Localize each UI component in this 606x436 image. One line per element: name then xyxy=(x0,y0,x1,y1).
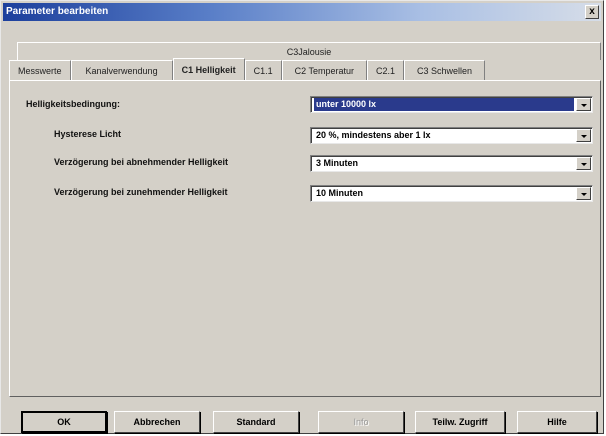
tab-c3-jalousie[interactable]: C3Jalousie xyxy=(17,42,601,60)
tab-c3-schwellen[interactable]: C3 Schwellen xyxy=(404,60,486,80)
tab-c2-1[interactable]: C2.1 xyxy=(367,60,405,80)
cancel-button[interactable]: Abbrechen xyxy=(114,411,200,433)
chevron-down-icon[interactable] xyxy=(576,98,591,111)
close-button[interactable]: x xyxy=(585,5,599,19)
parameter-dialog: Parameter bearbeiten x C3Jalousie Messwe… xyxy=(0,0,604,434)
partial-access-button[interactable]: Teilw. Zugriff xyxy=(415,411,505,433)
chevron-down-icon[interactable] xyxy=(576,187,591,200)
delay-decreasing-select[interactable]: 3 Minuten xyxy=(310,155,593,172)
chevron-down-icon[interactable] xyxy=(576,129,591,142)
help-button[interactable]: Hilfe xyxy=(517,411,597,433)
delay-decreasing-value: 3 Minuten xyxy=(316,158,358,168)
delay-increasing-select[interactable]: 10 Minuten xyxy=(310,185,593,202)
chevron-down-icon[interactable] xyxy=(576,157,591,170)
tab-strip: Messwerte Kanalverwendung C1 Helligkeit … xyxy=(9,58,603,80)
tab-c2-temperatur[interactable]: C2 Temperatur xyxy=(281,60,367,80)
brightness-condition-select[interactable]: unter 10000 lx xyxy=(310,96,593,113)
delay-decreasing-label: Verzögerung bei abnehmender Helligkeit xyxy=(54,157,229,167)
ok-button[interactable]: OK xyxy=(21,411,107,433)
tab-c1-helligkeit[interactable]: C1 Helligkeit xyxy=(172,58,245,80)
hysteresis-value: 20 %, mindestens aber 1 lx xyxy=(316,130,431,140)
title-bar[interactable]: Parameter bearbeiten x xyxy=(3,3,601,21)
delay-increasing-label: Verzögerung bei zunehmender Helligkeit xyxy=(54,187,228,197)
tab-c1-1[interactable]: C1.1 xyxy=(244,60,282,80)
tab-messwerte[interactable]: Messwerte xyxy=(9,60,71,80)
brightness-condition-value: unter 10000 lx xyxy=(314,98,574,111)
standard-button[interactable]: Standard xyxy=(213,411,299,433)
delay-increasing-value: 10 Minuten xyxy=(316,188,364,198)
brightness-condition-label: Helligkeitsbedingung: xyxy=(26,99,121,109)
info-button: Info xyxy=(318,411,404,433)
tab-panel: Helligkeitsbedingung: unter 10000 lx Hys… xyxy=(9,80,601,397)
hysteresis-label: Hysterese Licht xyxy=(54,129,122,139)
tab-kanalverwendung[interactable]: Kanalverwendung xyxy=(70,60,173,80)
window-title: Parameter bearbeiten xyxy=(6,6,109,17)
hysteresis-select[interactable]: 20 %, mindestens aber 1 lx xyxy=(310,127,593,144)
